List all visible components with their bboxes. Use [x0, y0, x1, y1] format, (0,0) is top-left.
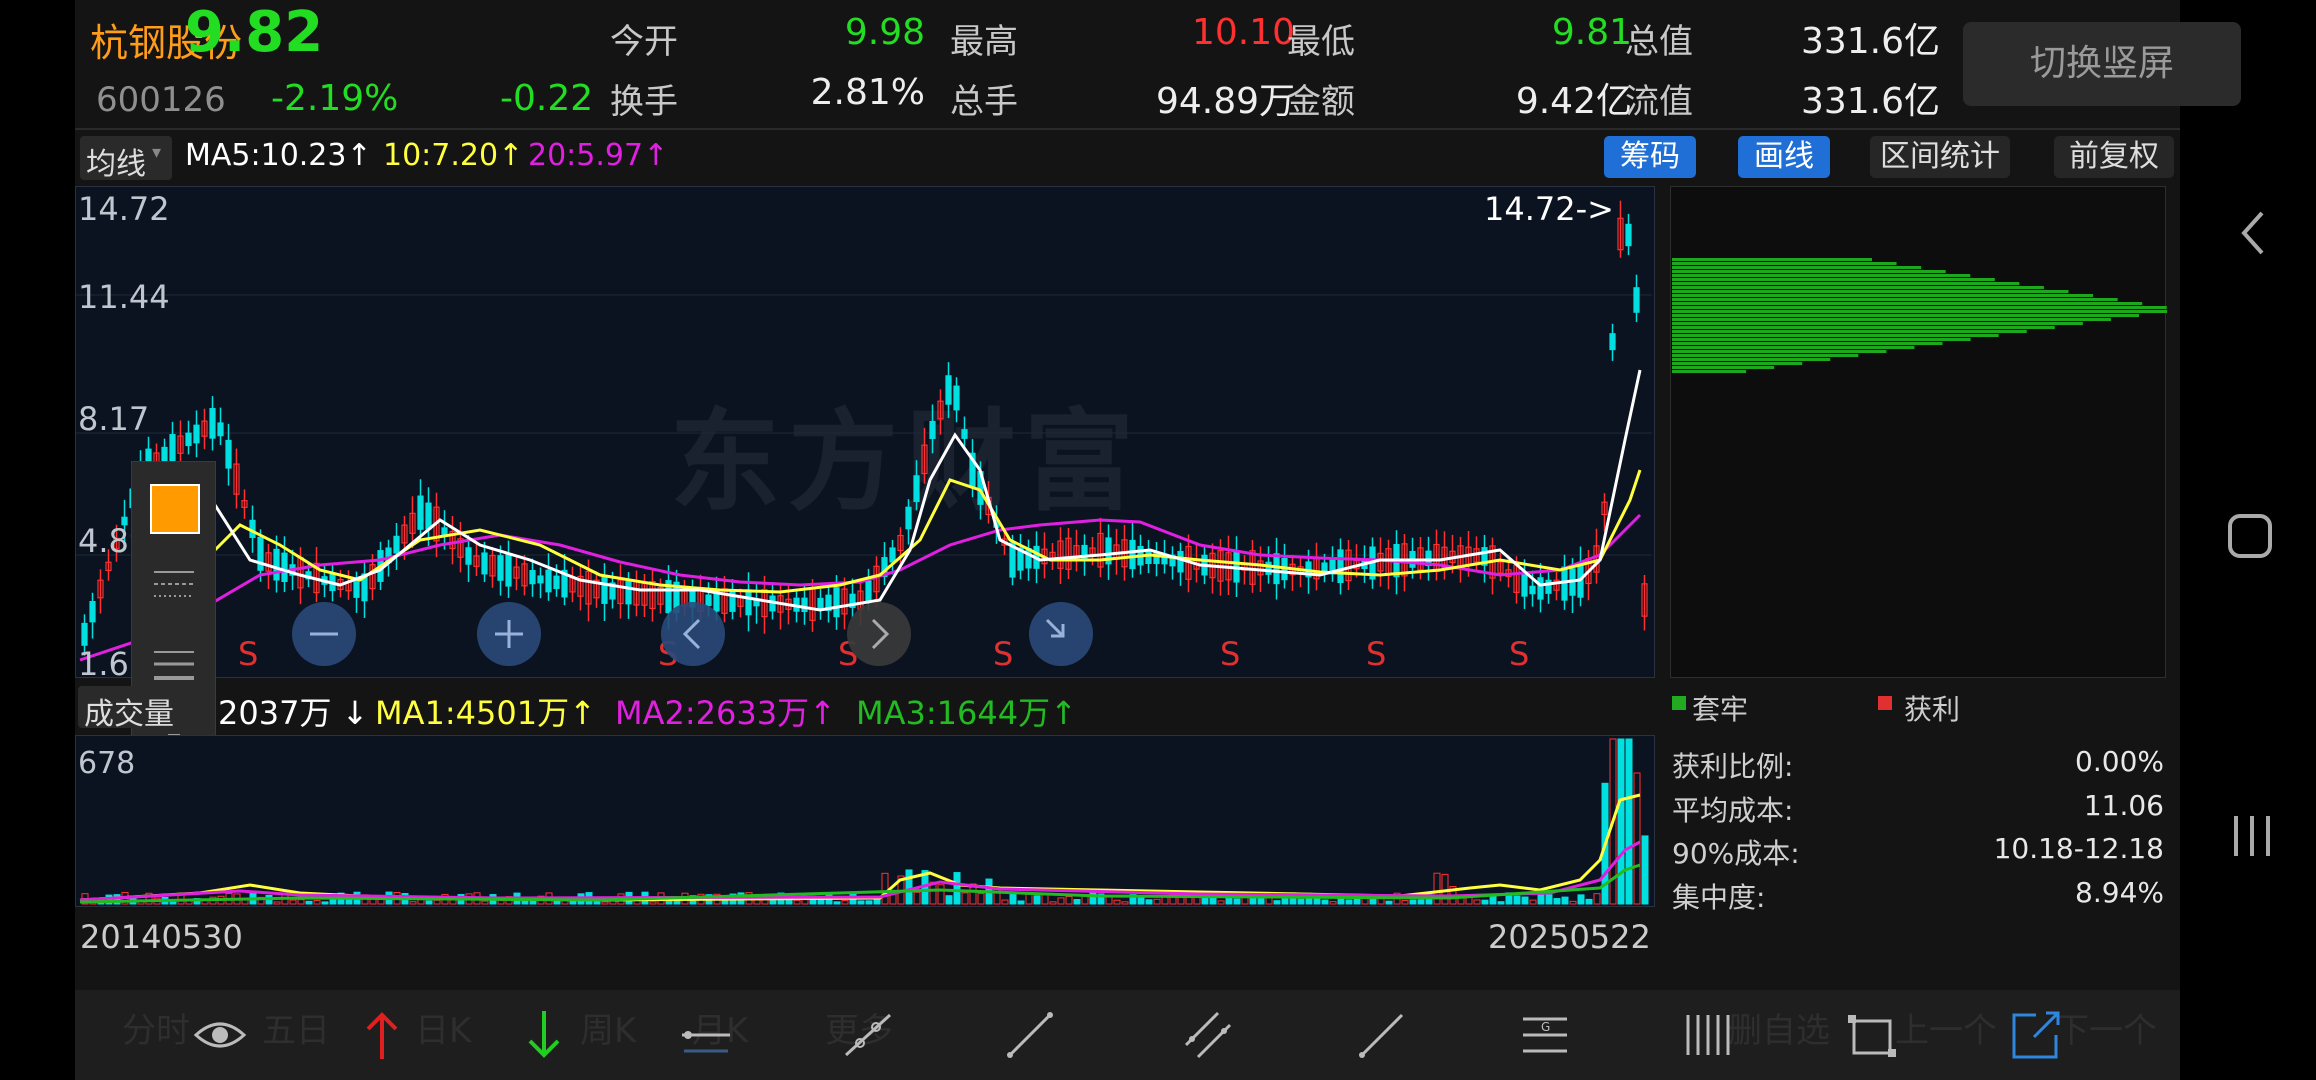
arrow-down-icon[interactable]	[514, 1005, 574, 1065]
chip-bar	[1672, 266, 1922, 269]
chip-bar	[1672, 258, 1872, 261]
tab-weekly[interactable]: 周K	[580, 1003, 636, 1052]
chip-bar	[1672, 334, 1999, 337]
profit-ratio-label: 获利比例:	[1672, 750, 1794, 783]
chip-bar	[1672, 298, 2118, 301]
home-nav-icon[interactable]	[2226, 512, 2274, 560]
chip-bars	[1672, 258, 2168, 373]
chip-bar	[1672, 282, 2020, 285]
chip-bar	[1672, 310, 2168, 313]
chip-bar	[1672, 366, 1775, 369]
next-stock-button[interactable]: 下一个	[2055, 1003, 2157, 1052]
tab-daily[interactable]: 日K	[415, 1003, 471, 1052]
rectangle-icon[interactable]	[1842, 1005, 1902, 1065]
recents-nav-icon[interactable]	[2228, 812, 2276, 860]
avg-cost-value: 11.06	[2083, 789, 2164, 822]
chip-bar	[1672, 286, 2044, 289]
parallel-line-icon[interactable]	[1178, 1005, 1238, 1065]
chip-bar	[1672, 370, 1747, 373]
previous-stock-button[interactable]: 上一个	[1895, 1003, 1997, 1052]
tab-intraday[interactable]: 分时	[122, 1003, 190, 1052]
chip-bar	[1672, 302, 2143, 305]
chip-bar	[1672, 262, 1897, 265]
arrow-up-icon[interactable]	[352, 1005, 412, 1065]
chip-bar	[1672, 290, 2069, 293]
chip-bar	[1672, 354, 1859, 357]
chip-bar	[1672, 322, 2083, 325]
cost90-label: 90%成本:	[1672, 837, 1800, 870]
chip-bar	[1672, 270, 1946, 273]
avg-cost-label: 平均成本:	[1672, 794, 1794, 827]
chip-bar	[1672, 350, 1887, 353]
cost90-value: 10.18-12.18	[1993, 832, 2164, 865]
trend-line-icon[interactable]	[1352, 1005, 1412, 1065]
ray-line-icon[interactable]	[838, 1005, 898, 1065]
trapped-legend-icon	[1672, 696, 1686, 710]
vertical-lines-icon[interactable]	[1678, 1005, 1738, 1065]
share-icon[interactable]	[2006, 1005, 2066, 1065]
concentration-label: 集中度:	[1672, 881, 1766, 914]
chip-bar	[1672, 294, 2094, 297]
profit-ratio-value: 0.00%	[2075, 745, 2164, 778]
eye-icon[interactable]	[190, 1005, 250, 1065]
chip-bar	[1672, 330, 2027, 333]
fibonacci-icon[interactable]: G	[1515, 1005, 1575, 1065]
profit-legend-icon	[1878, 696, 1892, 710]
trapped-legend-label: 套牢	[1692, 693, 1749, 726]
chip-svg	[1672, 258, 2168, 373]
chip-bar	[1672, 342, 1943, 345]
chip-bar	[1672, 318, 2111, 321]
profit-legend-label: 获利	[1904, 693, 1961, 726]
chip-bar	[1672, 362, 1803, 365]
chip-bar	[1672, 274, 1971, 277]
horizontal-line-icon[interactable]	[676, 1005, 736, 1065]
segment-line-icon[interactable]	[1000, 1005, 1060, 1065]
concentration-value: 8.94%	[2075, 876, 2164, 909]
chip-bar	[1672, 326, 2055, 329]
chip-bar	[1672, 278, 1995, 281]
remove-watchlist-button[interactable]: 删自选	[1728, 1003, 1830, 1052]
chip-bar	[1672, 346, 1915, 349]
svg-text:G: G	[1541, 1020, 1550, 1034]
chip-bar	[1672, 358, 1831, 361]
chip-bar	[1672, 338, 1971, 341]
chip-bar	[1672, 314, 2140, 317]
tab-five-day[interactable]: 五日	[262, 1003, 330, 1052]
back-nav-icon[interactable]	[2232, 205, 2272, 261]
chip-bar	[1672, 306, 2167, 309]
